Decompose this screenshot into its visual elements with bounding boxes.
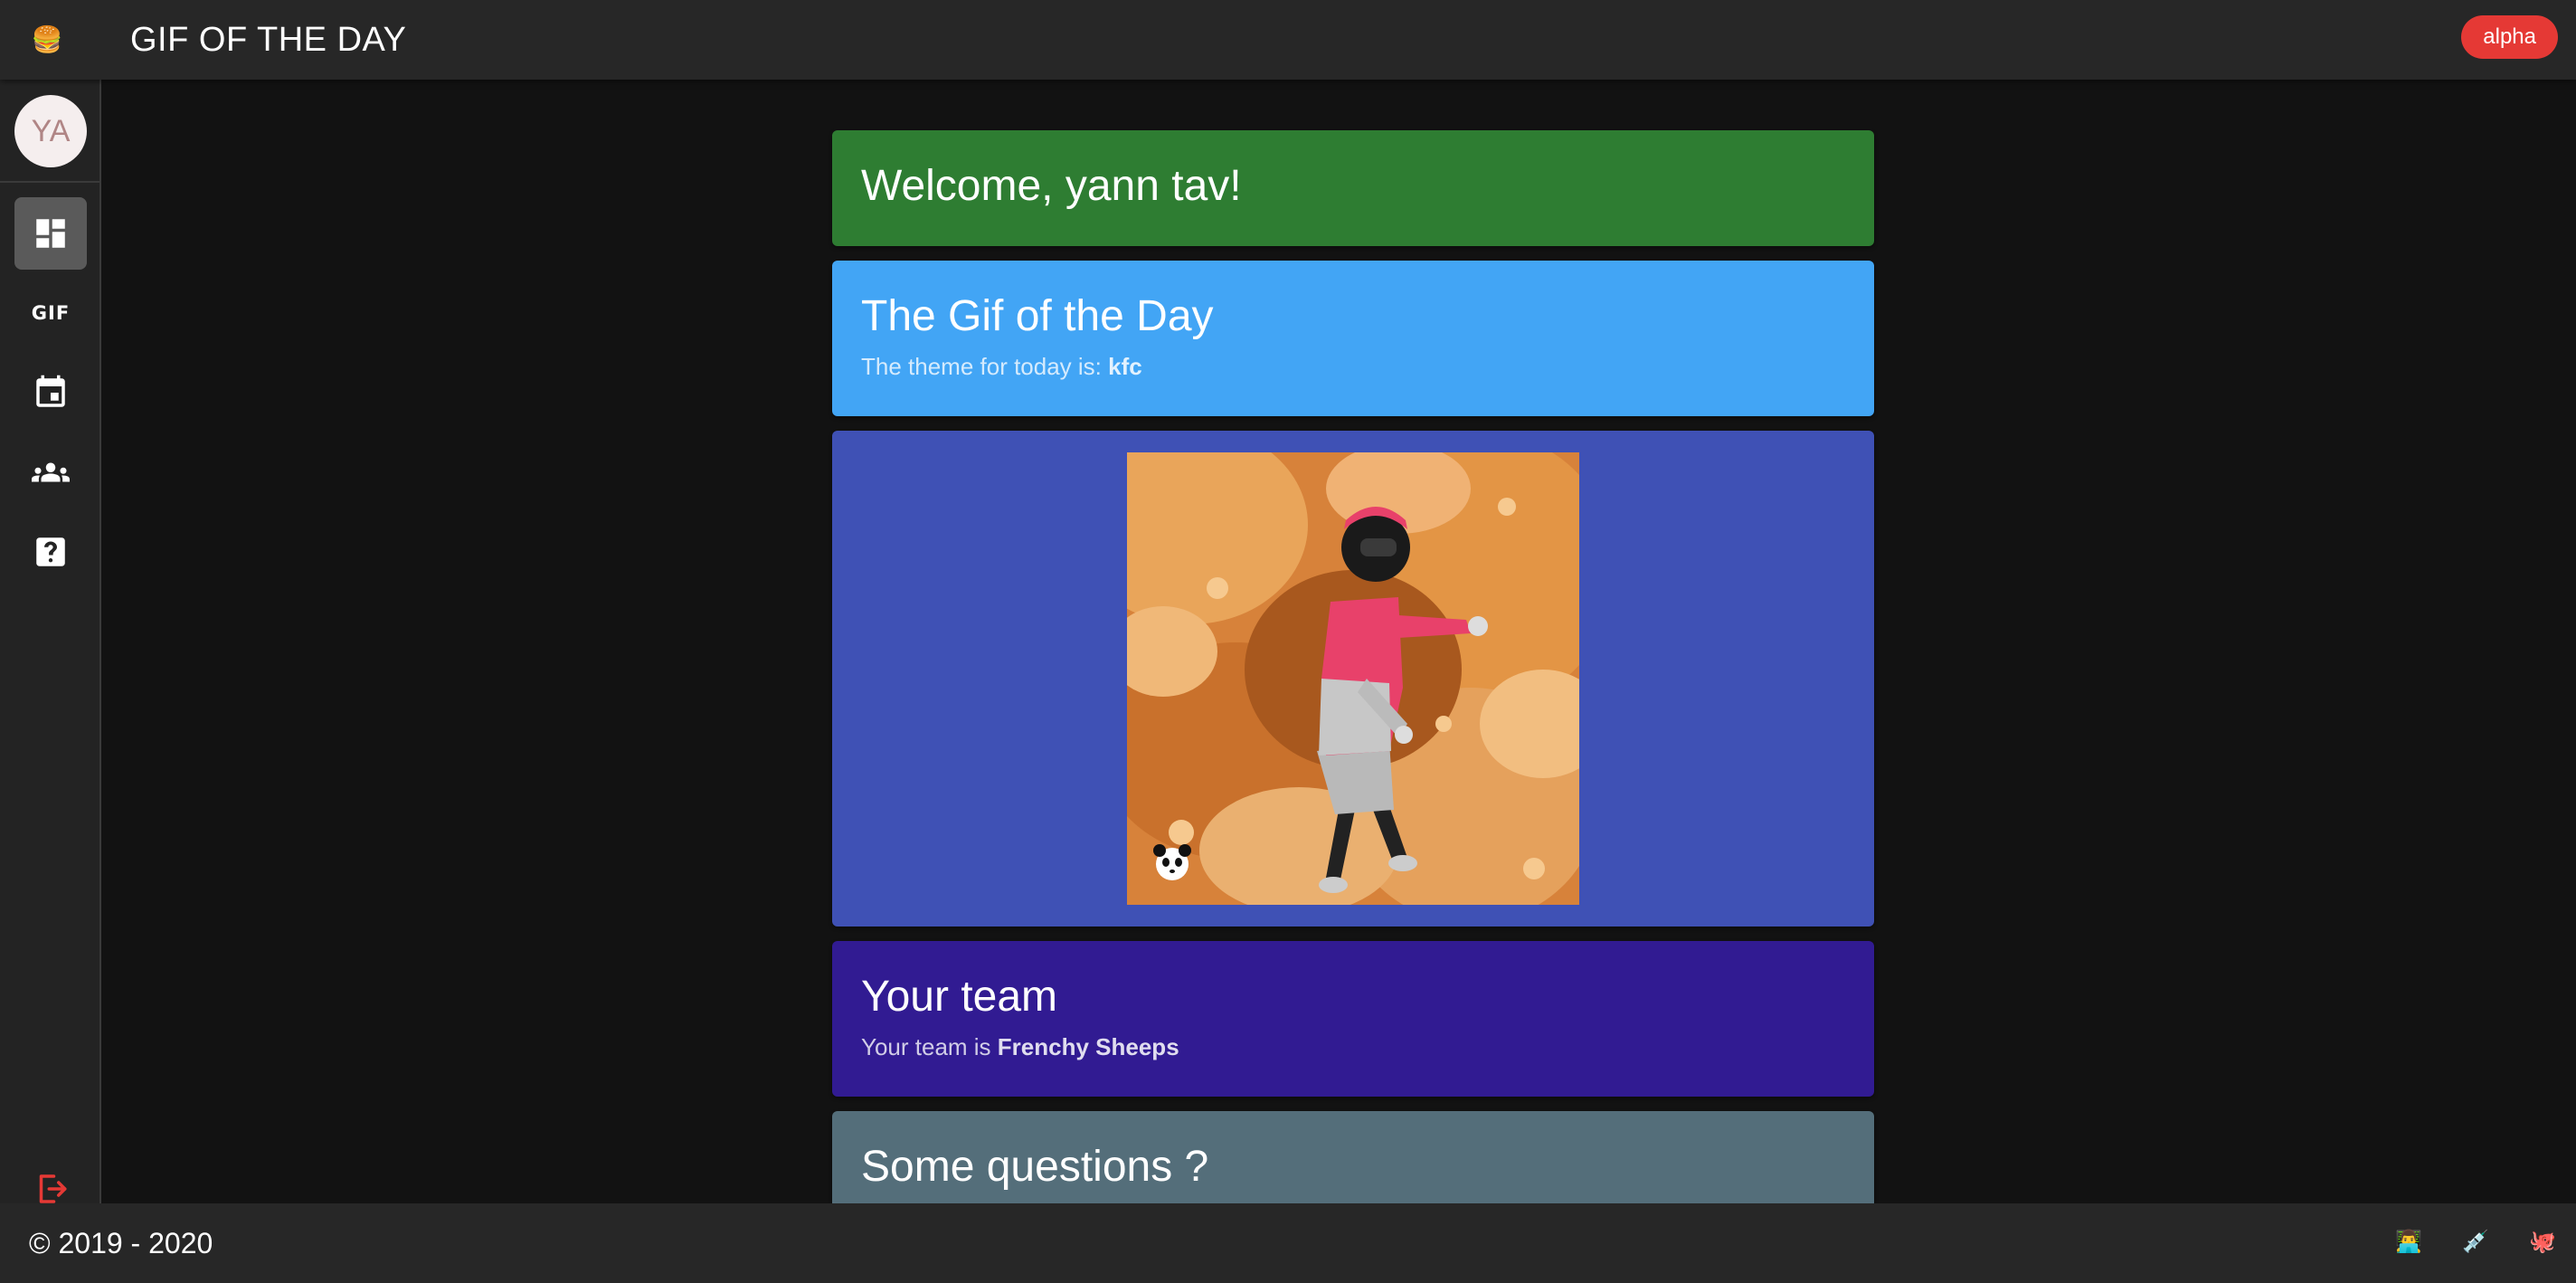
- team-name: Frenchy Sheeps: [997, 1033, 1179, 1060]
- footer-icons: 👨‍💻 💉 🐙: [2395, 1229, 2556, 1255]
- gif-image[interactable]: [1127, 452, 1579, 905]
- team-card: Your team Your team is Frenchy Sheeps: [832, 941, 1874, 1097]
- sidebar-divider: [0, 181, 99, 183]
- sidebar: YA GIF: [0, 80, 101, 1203]
- person-emoji-icon[interactable]: 👨‍💻: [2395, 1229, 2422, 1255]
- welcome-card: Welcome, yann tav!: [832, 130, 1874, 246]
- help-icon: [36, 537, 65, 566]
- sidebar-item-gif[interactable]: GIF: [14, 277, 87, 349]
- footer: © 2019 - 2020 👨‍💻 💉 🐙: [0, 1203, 2576, 1283]
- theme-text: The theme for today is: kfc: [861, 353, 1142, 380]
- gif-of-day-title: The Gif of the Day: [861, 292, 1214, 340]
- sidebar-item-calendar[interactable]: [14, 356, 87, 429]
- welcome-title: Welcome, yann tav!: [861, 162, 1242, 210]
- logout-icon: [39, 1174, 67, 1203]
- sidebar-item-help[interactable]: [14, 516, 87, 588]
- burger-menu-icon[interactable]: 🍔: [0, 0, 94, 80]
- gif-display-card: [832, 431, 1874, 927]
- app-title: GIF OF THE DAY: [130, 20, 407, 59]
- avatar[interactable]: YA: [14, 95, 87, 167]
- syringe-emoji-icon[interactable]: 💉: [2462, 1229, 2489, 1255]
- team-text: Your team is Frenchy Sheeps: [861, 1033, 1179, 1060]
- questions-title: Some questions ?: [861, 1143, 1209, 1191]
- alpha-badge: alpha: [2461, 15, 2558, 59]
- team-title: Your team: [861, 973, 1058, 1021]
- theme-value: kfc: [1108, 353, 1142, 380]
- group-icon: [32, 462, 70, 482]
- dashboard-icon: [36, 219, 65, 248]
- gif-of-day-card: The Gif of the Day The theme for today i…: [832, 261, 1874, 416]
- copyright-text: © 2019 - 2020: [29, 1226, 213, 1259]
- gif-icon: GIF: [31, 302, 71, 324]
- sidebar-item-dashboard[interactable]: [14, 197, 87, 270]
- octopus-emoji-icon[interactable]: 🐙: [2529, 1229, 2556, 1255]
- app-bar: 🍔 GIF OF THE DAY alpha: [0, 0, 2576, 80]
- calendar-icon: [36, 375, 65, 407]
- sidebar-item-team[interactable]: [14, 436, 87, 508]
